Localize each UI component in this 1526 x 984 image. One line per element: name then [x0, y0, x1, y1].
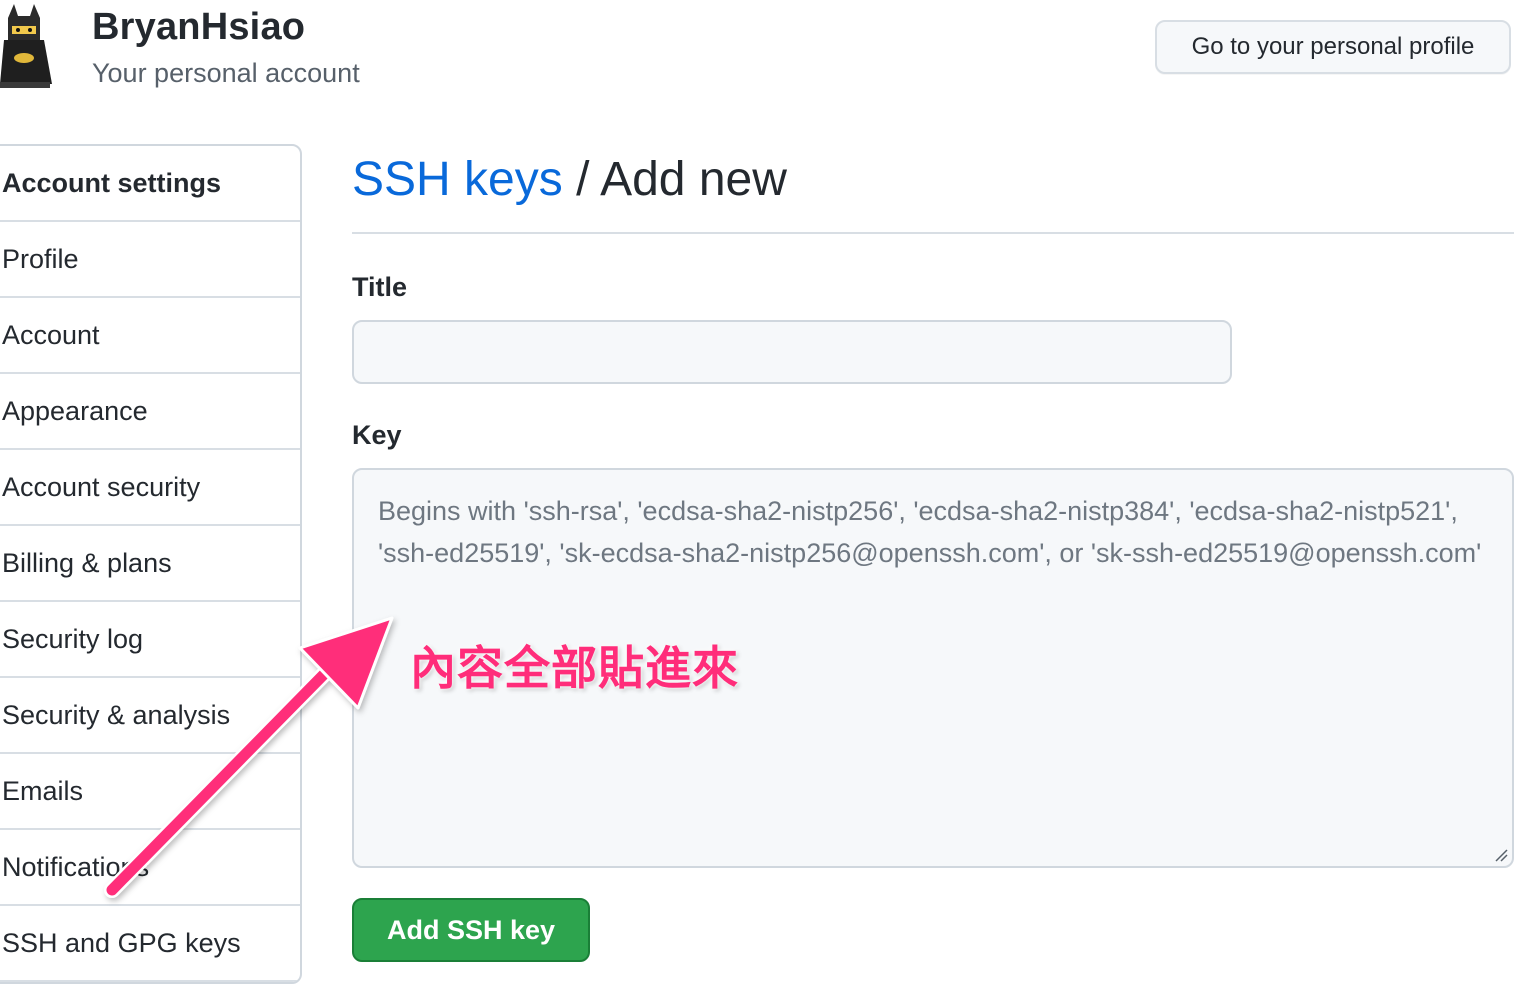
- page-title: SSH keys / Add new: [352, 152, 787, 207]
- breadcrumb-separator: /: [562, 153, 601, 206]
- sidebar-item-appearance[interactable]: Appearance: [0, 374, 300, 450]
- title-divider: [352, 232, 1514, 234]
- account-subtitle: Your personal account: [92, 58, 360, 88]
- sidebar-item-account[interactable]: Account: [0, 298, 300, 374]
- settings-sidebar: Account settings Profile Account Appeara…: [0, 144, 302, 984]
- account-username: BryanHsiao: [92, 6, 306, 48]
- annotation-label: 內容全部貼進來: [410, 642, 739, 694]
- title-label: Title: [352, 272, 408, 302]
- sidebar-item-security-log[interactable]: Security log: [0, 602, 300, 678]
- sidebar-item-ssh-gpg-keys[interactable]: SSH and GPG keys: [0, 906, 300, 982]
- breadcrumb-current: Add new: [600, 153, 787, 206]
- add-ssh-key-button[interactable]: Add SSH key: [352, 898, 590, 962]
- sidebar-item-profile[interactable]: Profile: [0, 222, 300, 298]
- key-label: Key: [352, 420, 402, 450]
- go-to-profile-button[interactable]: Go to your personal profile: [1155, 20, 1511, 74]
- sidebar-item-billing[interactable]: Billing & plans: [0, 526, 300, 602]
- sidebar-heading: Account settings: [0, 146, 300, 222]
- avatar[interactable]: [0, 0, 56, 92]
- sidebar-item-notifications[interactable]: Notifications: [0, 830, 300, 906]
- resize-grip-icon[interactable]: [1492, 846, 1508, 862]
- title-input[interactable]: [352, 320, 1232, 384]
- sidebar-item-security-analysis[interactable]: Security & analysis: [0, 678, 300, 754]
- breadcrumb-ssh-keys-link[interactable]: SSH keys: [352, 153, 563, 206]
- sidebar-item-account-security[interactable]: Account security: [0, 450, 300, 526]
- sidebar-item-emails[interactable]: Emails: [0, 754, 300, 830]
- key-placeholder: Begins with 'ssh-rsa', 'ecdsa-sha2-nistp…: [378, 496, 1482, 568]
